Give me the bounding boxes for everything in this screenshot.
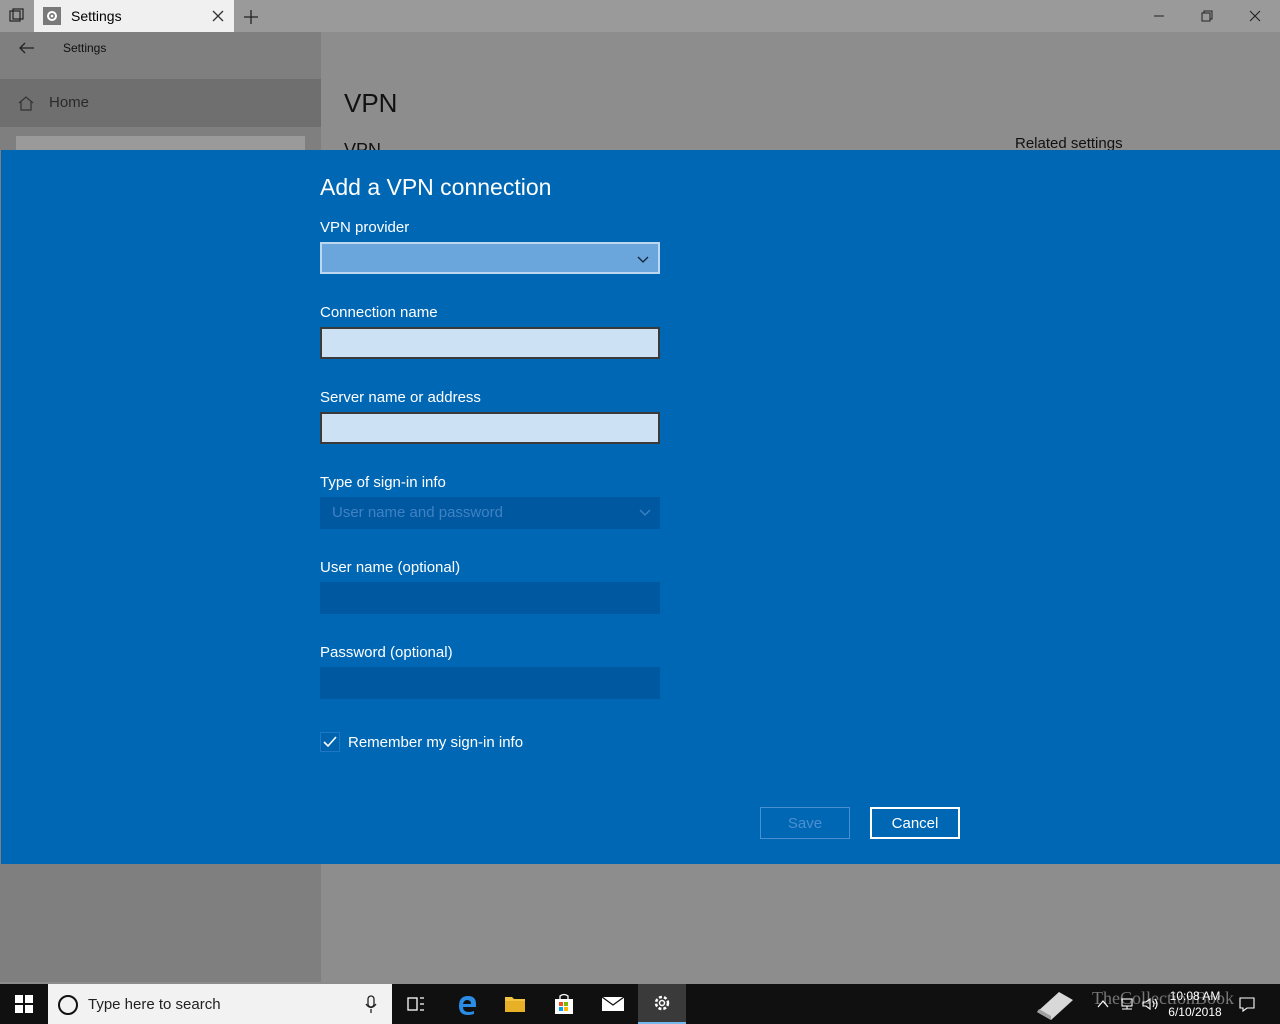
clock-time: 10:08 AM	[1169, 989, 1221, 1003]
checkmark-icon	[323, 736, 337, 748]
connection-name-label: Connection name	[320, 304, 438, 321]
set-aside-tabs-icon[interactable]	[0, 0, 34, 32]
search-placeholder: Type here to search	[88, 996, 221, 1013]
add-vpn-dialog: Add a VPN connection VPN provider Connec…	[1, 150, 1280, 864]
app-title: Settings	[63, 41, 107, 55]
server-field[interactable]	[320, 412, 660, 444]
cancel-button[interactable]: Cancel	[870, 807, 960, 839]
settings-gear-icon	[43, 7, 61, 25]
save-button[interactable]: Save	[760, 807, 850, 839]
server-label: Server name or address	[320, 389, 481, 406]
windows-logo-icon	[15, 995, 33, 1013]
signin-type-label: Type of sign-in info	[320, 474, 446, 491]
settings-taskbar-icon[interactable]	[638, 984, 686, 1024]
tab-title: Settings	[71, 8, 122, 24]
remember-checkbox[interactable]	[320, 732, 340, 752]
restore-button[interactable]	[1183, 0, 1231, 32]
chevron-down-icon	[636, 252, 650, 266]
tab-settings[interactable]: Settings	[34, 0, 234, 32]
book-logo-icon	[1030, 984, 1080, 1024]
clock[interactable]: 10:08 AM 6/10/2018	[1160, 988, 1230, 1020]
sidebar-item-home[interactable]: Home	[0, 79, 321, 127]
password-field[interactable]	[320, 667, 660, 699]
store-icon[interactable]	[540, 984, 588, 1024]
dialog-title: Add a VPN connection	[320, 174, 552, 200]
title-bar: Settings	[0, 0, 1280, 32]
taskbar-search-box[interactable]: Type here to search	[48, 984, 392, 1024]
close-window-button[interactable]	[1231, 0, 1279, 32]
edge-browser-icon[interactable]	[443, 984, 491, 1024]
start-button[interactable]	[0, 984, 48, 1024]
clock-date: 6/10/2018	[1168, 1005, 1222, 1019]
minimize-button[interactable]	[1135, 0, 1183, 32]
cortana-icon	[58, 995, 78, 1015]
connection-name-field[interactable]	[320, 327, 660, 359]
home-label: Home	[49, 94, 90, 111]
task-view-icon[interactable]	[392, 984, 440, 1024]
network-icon[interactable]	[1116, 984, 1138, 1024]
home-icon	[17, 95, 35, 111]
username-label: User name (optional)	[320, 559, 461, 576]
remember-label: Remember my sign-in info	[348, 734, 524, 751]
microphone-icon[interactable]	[364, 994, 378, 1014]
show-hidden-icons-chevron-icon[interactable]	[1093, 984, 1113, 1024]
vpn-provider-label: VPN provider	[320, 219, 410, 236]
volume-icon[interactable]	[1140, 984, 1162, 1024]
page-title: VPN	[344, 88, 398, 118]
back-arrow-icon[interactable]	[14, 38, 38, 58]
signin-type-select[interactable]: User name and password	[320, 497, 660, 529]
file-explorer-icon[interactable]	[491, 984, 539, 1024]
taskbar: Type here to search TheCollectionBook 10…	[0, 984, 1280, 1024]
signin-type-value: User name and password	[332, 504, 503, 521]
action-center-icon[interactable]	[1236, 984, 1258, 1024]
chevron-down-icon	[638, 505, 652, 519]
close-tab-icon[interactable]	[210, 8, 226, 24]
password-label: Password (optional)	[320, 644, 453, 661]
vpn-provider-select[interactable]	[320, 242, 660, 274]
username-field[interactable]	[320, 582, 660, 614]
mail-icon[interactable]	[589, 984, 637, 1024]
new-tab-icon[interactable]	[240, 6, 262, 28]
